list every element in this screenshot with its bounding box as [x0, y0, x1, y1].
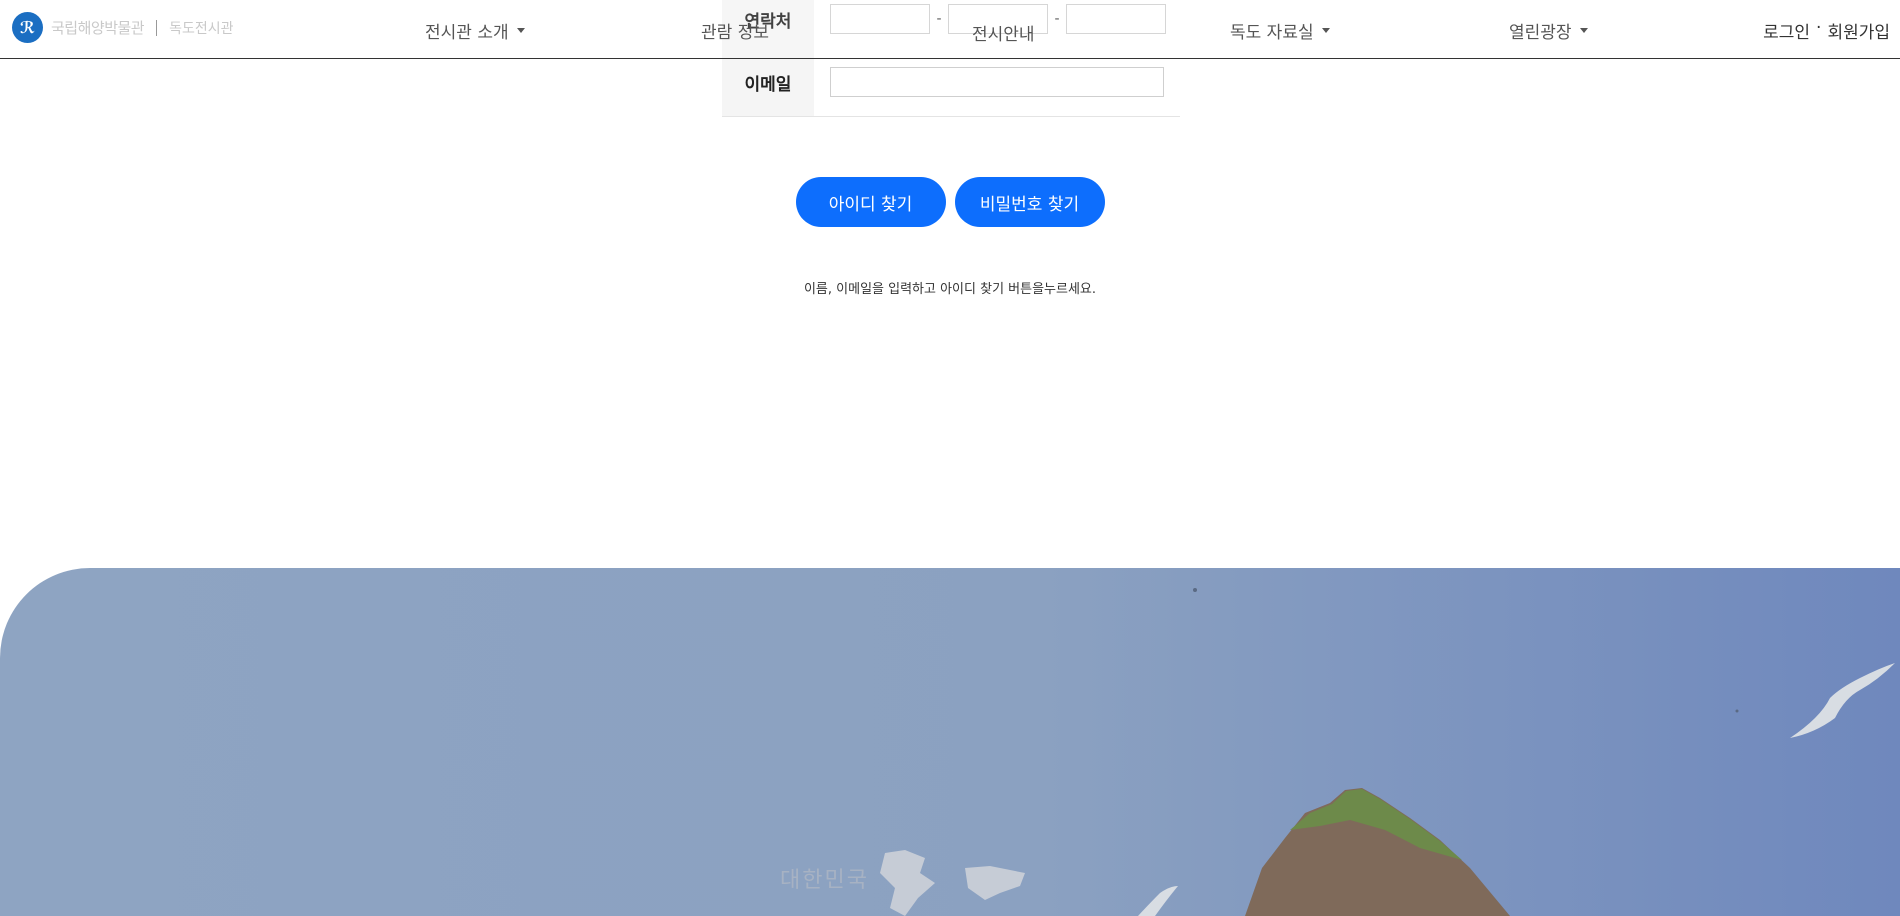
seagull-bottom	[1138, 886, 1178, 916]
dokdo-map-shape	[965, 866, 1025, 900]
distant-bird	[1193, 588, 1197, 592]
caret-down-icon	[516, 28, 525, 33]
nav-label: 독도 자료실	[1230, 23, 1314, 43]
signup-link[interactable]: 회원가입	[1827, 18, 1890, 43]
nav-label: 열린광장	[1509, 23, 1572, 43]
help-text: 이름, 이메일을 입력하고 아이디 찾기 버튼을누르세요.	[803, 282, 1097, 297]
find-password-button[interactable]: 비밀번호 찾기	[954, 177, 1105, 227]
site-logo[interactable]: ℛ 국립해양박물관 독도전시관	[12, 12, 234, 43]
login-link[interactable]: 로그인	[1763, 18, 1810, 43]
site-header: ℛ 국립해양박물관 독도전시관 전시관 소개 관람 정보 전시안내 독도 자료실…	[0, 0, 1900, 59]
hero-caption: 대한민국	[780, 868, 869, 893]
action-buttons: 아이디 찾기 비밀번호 찾기	[0, 177, 1900, 227]
nav-label: 전시관 소개	[425, 23, 509, 43]
auth-links: 로그인 · 회원가입	[1763, 18, 1890, 43]
nav-museum-intro[interactable]: 전시관 소개	[425, 18, 525, 43]
logo-divider	[156, 19, 158, 36]
caret-down-icon	[1579, 28, 1588, 33]
caret-down-icon	[1321, 28, 1330, 33]
museum-logo-icon: ℛ	[12, 12, 43, 43]
nav-open-plaza[interactable]: 열린광장	[1509, 18, 1588, 43]
auth-separator: ·	[1816, 18, 1822, 38]
nav-label: 전시안내	[972, 25, 1035, 45]
nav-label: 관람 정보	[701, 23, 769, 43]
nav-visit-info[interactable]: 관람 정보	[701, 18, 769, 43]
logo-subtitle: 독도전시관	[169, 20, 234, 37]
nav-dokdo-archive[interactable]: 독도 자료실	[1230, 18, 1330, 43]
logo-text: 국립해양박물관	[51, 19, 145, 37]
find-id-button[interactable]: 아이디 찾기	[795, 177, 946, 227]
hero-image: 대한민국	[0, 568, 1900, 916]
dokdo-island-illustration	[880, 588, 1895, 916]
email-input[interactable]	[830, 67, 1164, 97]
distant-bird	[1735, 709, 1739, 713]
seagull-right	[1790, 663, 1895, 738]
korea-map-shape	[880, 850, 935, 916]
nav-exhibition-guide[interactable]: 전시안내	[972, 20, 1035, 45]
